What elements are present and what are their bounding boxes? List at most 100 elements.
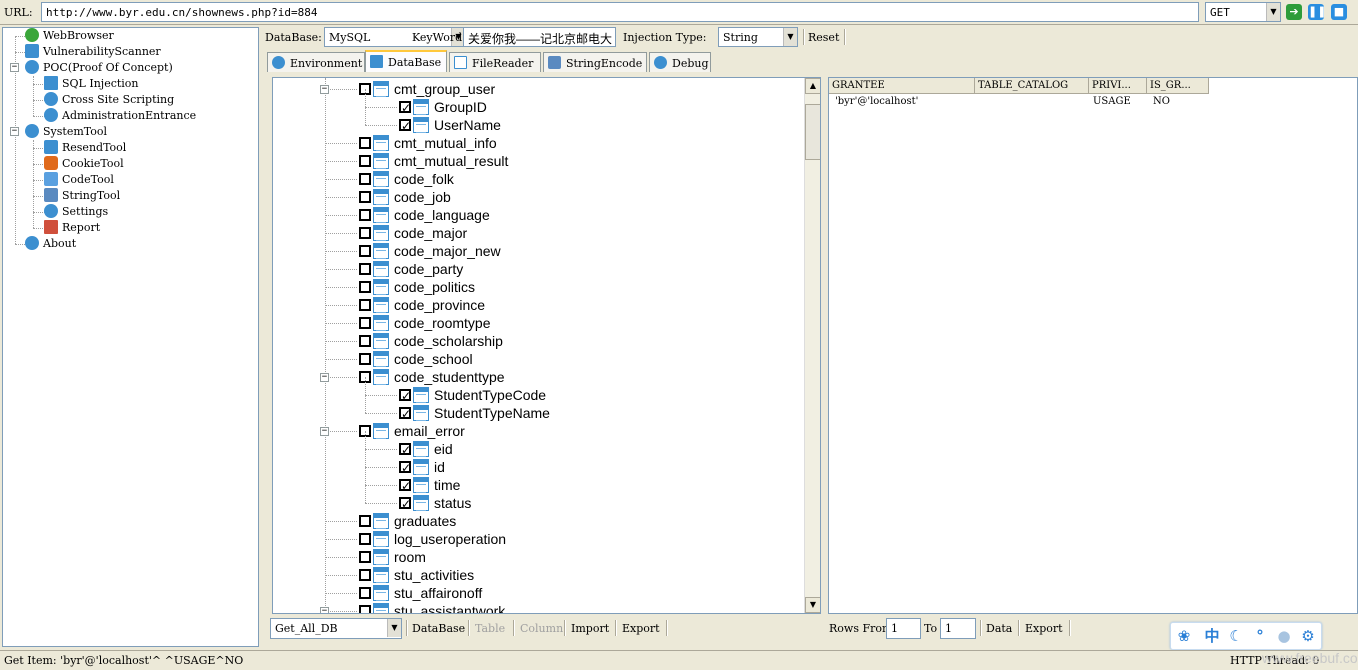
go-button[interactable]: ➔ [1286, 4, 1302, 20]
nav-systemtool[interactable]: SystemTool [25, 124, 107, 140]
tree-node[interactable]: GroupID [273, 98, 803, 117]
checkbox[interactable] [359, 209, 371, 221]
tree-node[interactable]: code_roomtype [273, 314, 803, 332]
checkbox[interactable] [359, 335, 371, 347]
checkbox[interactable] [399, 495, 411, 513]
paw-icon[interactable]: ❀ [1175, 627, 1193, 645]
tree-node[interactable]: log_useroperation [273, 530, 803, 548]
nav-string-tool[interactable]: StringTool [44, 188, 120, 204]
tree-node[interactable]: code_party [273, 260, 803, 278]
tree-node[interactable]: StudentTypeCode [273, 386, 803, 405]
checkbox[interactable] [359, 245, 371, 257]
chevron-down-icon[interactable]: ▼ [387, 619, 401, 637]
checkbox[interactable] [399, 441, 411, 459]
checkbox[interactable] [359, 551, 371, 563]
checkbox[interactable] [399, 387, 411, 405]
checkbox[interactable] [359, 515, 371, 527]
export-button[interactable]: Export [622, 622, 660, 635]
checkbox[interactable] [359, 173, 371, 185]
tab-environment[interactable]: Environment [267, 52, 365, 72]
rows-to-input[interactable]: 1 [940, 618, 976, 639]
column-header[interactable]: PRIVI... [1089, 78, 1147, 94]
grid-cell[interactable]: NO [1149, 95, 1174, 109]
nav-webbrowser[interactable]: WebBrowser [25, 28, 114, 44]
tree-node[interactable]: code_studenttype [273, 368, 803, 386]
punctuation-icon[interactable]: ° [1251, 627, 1269, 645]
nav-about[interactable]: About [25, 236, 76, 252]
column-header[interactable]: GRANTEE [829, 78, 975, 94]
tree-node[interactable]: code_politics [273, 278, 803, 296]
tree-node[interactable]: stu_activities [273, 566, 803, 584]
keyword-input[interactable]: 关爱你我——记北京邮电大 [463, 27, 616, 47]
tree-node[interactable]: stu_assistantwork [273, 602, 803, 613]
tree-node[interactable]: id [273, 458, 803, 477]
tree-node[interactable]: code_scholarship [273, 332, 803, 350]
tree-node[interactable]: email_error [273, 422, 803, 440]
checkbox[interactable] [399, 477, 411, 495]
nav-admin-entrance[interactable]: AdministrationEntrance [44, 108, 196, 124]
nav-settings[interactable]: Settings [44, 204, 108, 220]
checkbox[interactable] [399, 99, 411, 117]
tree-node[interactable]: eid [273, 440, 803, 459]
nav-cookie-tool[interactable]: CookieTool [44, 156, 124, 172]
checkbox[interactable] [359, 263, 371, 275]
chinese-mode-icon[interactable]: 中 [1203, 627, 1221, 645]
checkbox[interactable] [399, 405, 411, 423]
scroll-down-icon[interactable]: ▼ [805, 597, 820, 613]
tree-node[interactable]: code_school [273, 350, 803, 368]
url-input[interactable]: http://www.byr.edu.cn/shownews.php?id=88… [41, 2, 1199, 22]
checkbox[interactable] [359, 317, 371, 329]
reset-button[interactable]: Reset [808, 31, 839, 44]
vertical-scrollbar[interactable]: ▲ ▼ [804, 78, 820, 613]
tab-stringencode[interactable]: StringEncode [543, 52, 647, 72]
tree-node[interactable]: StudentTypeName [273, 404, 803, 423]
rows-from-input[interactable]: 1 [886, 618, 921, 639]
checkbox[interactable] [359, 227, 371, 239]
nav-vulnerability-scanner[interactable]: VulnerabilityScanner [25, 44, 161, 60]
tree-node[interactable]: time [273, 476, 803, 495]
grid-cell[interactable]: USAGE [1089, 95, 1135, 109]
nav-xss[interactable]: Cross Site Scripting [44, 92, 174, 108]
checkbox[interactable] [359, 191, 371, 203]
method-select[interactable]: GET ▼ [1205, 2, 1281, 22]
checkbox[interactable] [359, 587, 371, 599]
nav-sql-injection[interactable]: SQL Injection [44, 76, 139, 92]
column-header[interactable]: TABLE_CATALOG [975, 78, 1089, 94]
tree-node[interactable]: UserName [273, 116, 803, 135]
injection-type-select[interactable]: String ▼ [718, 27, 798, 47]
checkbox[interactable] [359, 605, 371, 613]
tree-node[interactable]: cmt_mutual_info [273, 134, 803, 152]
checkbox[interactable] [359, 281, 371, 293]
pause-button[interactable]: ❚❚ [1308, 4, 1326, 20]
nav-resend-tool[interactable]: ResendTool [44, 140, 126, 156]
tree-node[interactable]: room [273, 548, 803, 566]
tree-node[interactable]: cmt_group_user [273, 80, 803, 98]
checkbox[interactable] [359, 299, 371, 311]
gear-icon[interactable]: ⚙ [1299, 627, 1317, 645]
import-button[interactable]: Import [571, 622, 609, 635]
tree-node[interactable]: code_folk [273, 170, 803, 188]
checkbox[interactable] [359, 533, 371, 545]
grid-cell[interactable]: 'byr'@'localhost' [831, 95, 922, 109]
checkbox[interactable] [399, 459, 411, 477]
grid-export-button[interactable]: Export [1025, 622, 1063, 635]
checkbox[interactable] [359, 353, 371, 365]
nav-poc[interactable]: POC(Proof Of Concept) [25, 60, 173, 76]
tree-node[interactable]: code_province [273, 296, 803, 314]
column-header[interactable]: IS_GR... [1147, 78, 1209, 94]
chevron-down-icon[interactable]: ▼ [1266, 3, 1280, 21]
checkbox[interactable] [399, 117, 411, 135]
user-icon[interactable]: ● [1275, 627, 1293, 645]
stop-button[interactable]: ■ [1331, 4, 1347, 20]
chevron-down-icon[interactable]: ▼ [783, 28, 797, 46]
collapse-toggle[interactable]: − [10, 127, 19, 136]
nav-report[interactable]: Report [44, 220, 100, 236]
scroll-up-icon[interactable]: ▲ [805, 78, 820, 94]
mode-select[interactable]: Get_All_DB ▼ [270, 618, 402, 639]
database-button[interactable]: DataBase [412, 622, 465, 635]
column-button[interactable]: Column [520, 622, 563, 635]
tab-filereader[interactable]: FileReader [449, 52, 541, 72]
tree-node[interactable]: graduates [273, 512, 803, 530]
tree-node[interactable]: status [273, 494, 803, 513]
tree-node[interactable]: cmt_mutual_result [273, 152, 803, 170]
